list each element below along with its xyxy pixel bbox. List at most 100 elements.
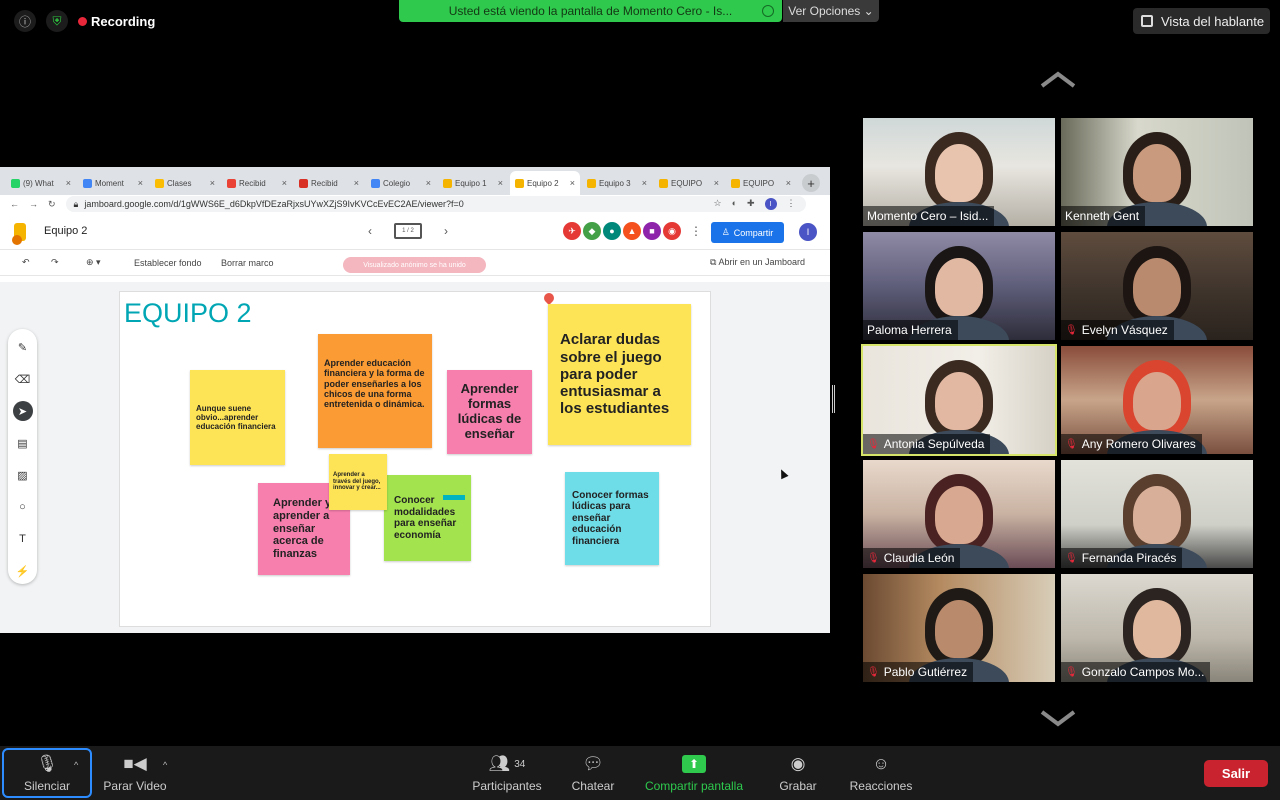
browser-tab[interactable]: (9) What ×	[6, 171, 76, 195]
sticky-note[interactable]: Aprender a través del juego, innovar y c…	[329, 454, 387, 510]
close-tab-icon[interactable]: ×	[498, 178, 503, 188]
share-banner-text: Usted está viendo la pantalla de Momento…	[448, 4, 733, 18]
mute-button[interactable]: 🎙︎ Silenciar	[2, 748, 92, 798]
open-in-jamboard-button[interactable]: ⧉ Abrir en un Jamboard	[710, 257, 805, 268]
close-tab-icon[interactable]: ×	[138, 178, 143, 188]
browser-tab[interactable]: Colegio ×	[366, 171, 436, 195]
sticky-note[interactable]: Conocer modalidades para enseñar economí…	[384, 475, 471, 561]
close-tab-icon[interactable]: ×	[282, 178, 287, 188]
sticky-note[interactable]: Aprender formas lúdicas de enseñar	[447, 370, 532, 454]
browser-tab[interactable]: Equipo 1 ×	[438, 171, 508, 195]
undo-icon[interactable]: ↶	[22, 257, 30, 268]
participant-name: Gonzalo Campos Mo...	[1081, 665, 1205, 679]
panel-resize-handle[interactable]	[832, 385, 835, 413]
back-icon[interactable]: ←	[10, 199, 19, 209]
browser-tab[interactable]: EQUIPO ×	[654, 171, 724, 195]
stop-video-button[interactable]: ■◀ Parar Video	[100, 746, 170, 800]
tab-label: Recibid	[239, 178, 266, 188]
participant-tile[interactable]: 🎙︎ Gonzalo Campos Mo...	[1061, 574, 1253, 682]
redo-icon[interactable]: ↷	[51, 257, 59, 268]
forward-icon[interactable]: →	[29, 199, 38, 209]
user-avatar[interactable]: I	[799, 223, 817, 241]
share-button[interactable]: ♙ Compartir	[711, 222, 784, 243]
select-icon[interactable]: ➤	[12, 401, 33, 421]
frame-indicator[interactable]: 1 / 2	[394, 223, 422, 239]
participant-count: 34	[514, 758, 526, 770]
browser-tab[interactable]: Recibid ×	[222, 171, 292, 195]
record-button[interactable]: ◉ Grabar	[776, 746, 820, 800]
pen-icon[interactable]: ✎	[13, 337, 33, 357]
participant-name: Fernanda Piracés	[1081, 551, 1177, 565]
audio-options-chevron-icon[interactable]: ^	[74, 760, 78, 770]
video-options-chevron-icon[interactable]: ^	[163, 760, 167, 770]
participants-button[interactable]: 👥︎ 34 Participantes	[468, 746, 546, 800]
close-tab-icon[interactable]: ×	[786, 178, 791, 188]
jam-title[interactable]: Equipo 2	[44, 225, 87, 237]
participant-tile[interactable]: 🎙︎ Antonia Sepúlveda	[861, 344, 1057, 456]
next-frame-icon[interactable]: ›	[444, 224, 448, 238]
close-tab-icon[interactable]: ×	[714, 178, 719, 188]
image-icon[interactable]: ▨	[13, 465, 33, 485]
participant-tile[interactable]: 🎙︎ Pablo Gutiérrez	[863, 574, 1055, 682]
browser-tab[interactable]: EQUIPO ×	[726, 171, 796, 195]
scroll-down-icon[interactable]	[1040, 708, 1076, 728]
browser-tab[interactable]: Clases ×	[150, 171, 220, 195]
circle-icon[interactable]: ○	[13, 497, 33, 517]
browser-tab[interactable]: Equipo 2 ×	[510, 171, 580, 195]
prev-frame-icon[interactable]: ‹	[368, 224, 372, 238]
address-bar[interactable]: 🔒︎ jamboard.google.com/d/1gWWS6E_d6DkpVf…	[65, 196, 806, 212]
share-screen-button[interactable]: ⬆ Compartir pantalla	[640, 746, 748, 800]
view-options-button[interactable]: Ver Opciones ⌄	[783, 0, 879, 22]
close-tab-icon[interactable]: ×	[426, 178, 431, 188]
participant-tile[interactable]: Paloma Herrera	[863, 232, 1055, 340]
profile-avatar[interactable]: I	[764, 198, 777, 210]
sticky-note[interactable]: Aclarar dudas sobre el juego para poder …	[548, 304, 691, 445]
sticky-note[interactable]: Conocer formas lúdicas para enseñar educ…	[565, 472, 659, 565]
browser-tab[interactable]: Equipo 3 ×	[582, 171, 652, 195]
participant-name-tag: Kenneth Gent	[1061, 206, 1146, 226]
close-tab-icon[interactable]: ×	[66, 178, 71, 188]
participant-tile[interactable]: 🎙︎ Fernanda Piracés	[1061, 460, 1253, 568]
new-tab-button[interactable]: +	[802, 174, 820, 192]
laser-icon[interactable]: ⚡	[13, 561, 33, 581]
sticky-note[interactable]: Aprender educación financiera y la forma…	[318, 334, 432, 448]
participant-tile[interactable]: 🎙︎ Any Romero Olivares	[1061, 346, 1253, 454]
sticky-note[interactable]: Aunque suene obvio...aprender educación …	[190, 370, 285, 465]
zoom-icon[interactable]: ⊕ ▾	[86, 257, 101, 268]
more-options-icon[interactable]: ⋮	[690, 224, 702, 238]
menu-dots-icon[interactable]: ⋮	[787, 198, 796, 210]
browser-tab[interactable]: Moment ×	[78, 171, 148, 195]
sticky-note-icon[interactable]: ▤	[13, 433, 33, 453]
leave-label: Salir	[1221, 766, 1251, 781]
close-tab-icon[interactable]: ×	[354, 178, 359, 188]
browser-tab[interactable]: Recibid ×	[294, 171, 364, 195]
tab-favicon-icon	[299, 178, 308, 188]
puzzle-icon[interactable]: ✚	[747, 198, 755, 210]
leave-button[interactable]: Salir	[1204, 760, 1268, 787]
reload-icon[interactable]: ↻	[48, 199, 56, 210]
reactions-button[interactable]: ☺ Reacciones	[846, 746, 916, 800]
set-background-button[interactable]: Establecer fondo	[134, 258, 202, 268]
info-icon[interactable]: ⓘ	[14, 10, 36, 32]
clear-frame-button[interactable]: Borrar marco	[221, 258, 274, 268]
jamboard-canvas-area: ✎ ⌫ ➤ ▤ ▨ ○ T ⚡ EQUIPO 2 Aunque suene ob…	[0, 282, 830, 633]
text-box-icon[interactable]: T	[13, 529, 33, 549]
scroll-up-icon[interactable]	[1040, 70, 1076, 90]
close-tab-icon[interactable]: ×	[642, 178, 647, 188]
jam-frame[interactable]: EQUIPO 2 Aunque suene obvio...aprender e…	[119, 290, 711, 627]
participant-tile[interactable]: 🎙︎ Claudia León	[863, 460, 1055, 568]
collaborator-avatars: ✈ ◆ ● ▲ ■ ◉	[563, 222, 681, 240]
eraser-icon[interactable]: ⌫	[13, 369, 33, 389]
extension-icon[interactable]: ◐	[732, 198, 737, 210]
participant-tile[interactable]: Momento Cero – Isid...	[863, 118, 1055, 226]
participants-icon: 👥︎ 34	[488, 754, 526, 773]
participant-tile[interactable]: 🎙︎ Evelyn Vásquez	[1061, 232, 1253, 340]
speaker-view-button[interactable]: Vista del hablante	[1133, 8, 1270, 34]
security-shield-icon[interactable]: ⛨	[46, 10, 68, 32]
chat-bubble-icon: 💬︎	[582, 754, 604, 773]
star-icon[interactable]: ☆	[713, 198, 721, 210]
close-tab-icon[interactable]: ×	[210, 178, 215, 188]
chat-button[interactable]: 💬︎ Chatear	[568, 746, 618, 800]
participant-tile[interactable]: Kenneth Gent	[1061, 118, 1253, 226]
close-tab-icon[interactable]: ×	[570, 178, 575, 188]
